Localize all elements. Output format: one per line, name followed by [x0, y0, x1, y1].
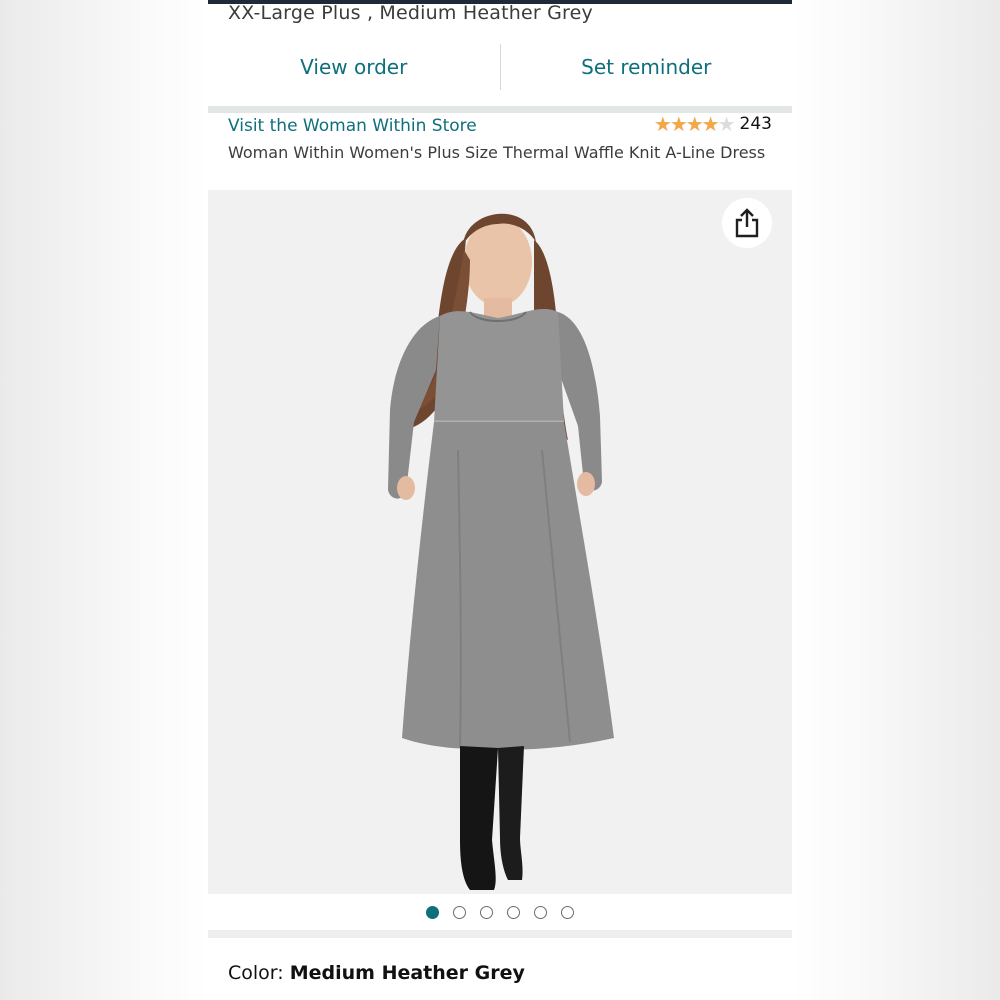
star-icon: ★★★★★ ★★★★★: [653, 112, 736, 136]
color-label: Color:: [228, 962, 290, 984]
image-dot[interactable]: [426, 905, 439, 919]
image-dot[interactable]: [480, 905, 493, 919]
image-dot[interactable]: [534, 905, 547, 919]
order-actions: View order Set reminder: [208, 40, 792, 94]
share-button[interactable]: [722, 198, 772, 248]
product-image[interactable]: [208, 190, 792, 894]
order-variant-text: XX-Large Plus , Medium Heather Grey: [228, 2, 593, 24]
image-dot[interactable]: [561, 905, 574, 919]
share-icon: [735, 208, 759, 238]
view-order-button[interactable]: View order: [208, 55, 500, 79]
store-link[interactable]: Visit the Woman Within Store: [228, 116, 477, 136]
image-dot[interactable]: [453, 905, 466, 919]
section-divider: [208, 930, 792, 938]
background-right: [792, 0, 1000, 1000]
dress-photo: [388, 213, 614, 890]
image-dot[interactable]: [507, 905, 520, 919]
product-title: Woman Within Women's Plus Size Thermal W…: [228, 143, 766, 162]
color-selection: Color: Medium Heather Grey: [228, 962, 525, 984]
image-pagination: [208, 894, 792, 930]
background-left: [0, 0, 208, 1000]
color-value: Medium Heather Grey: [289, 962, 525, 984]
product-page: XX-Large Plus , Medium Heather Grey View…: [208, 0, 792, 1000]
rating-count: 243: [739, 114, 772, 134]
rating-summary[interactable]: ★★★★★ ★★★★★ 243: [654, 114, 772, 134]
set-reminder-button[interactable]: Set reminder: [501, 55, 793, 79]
